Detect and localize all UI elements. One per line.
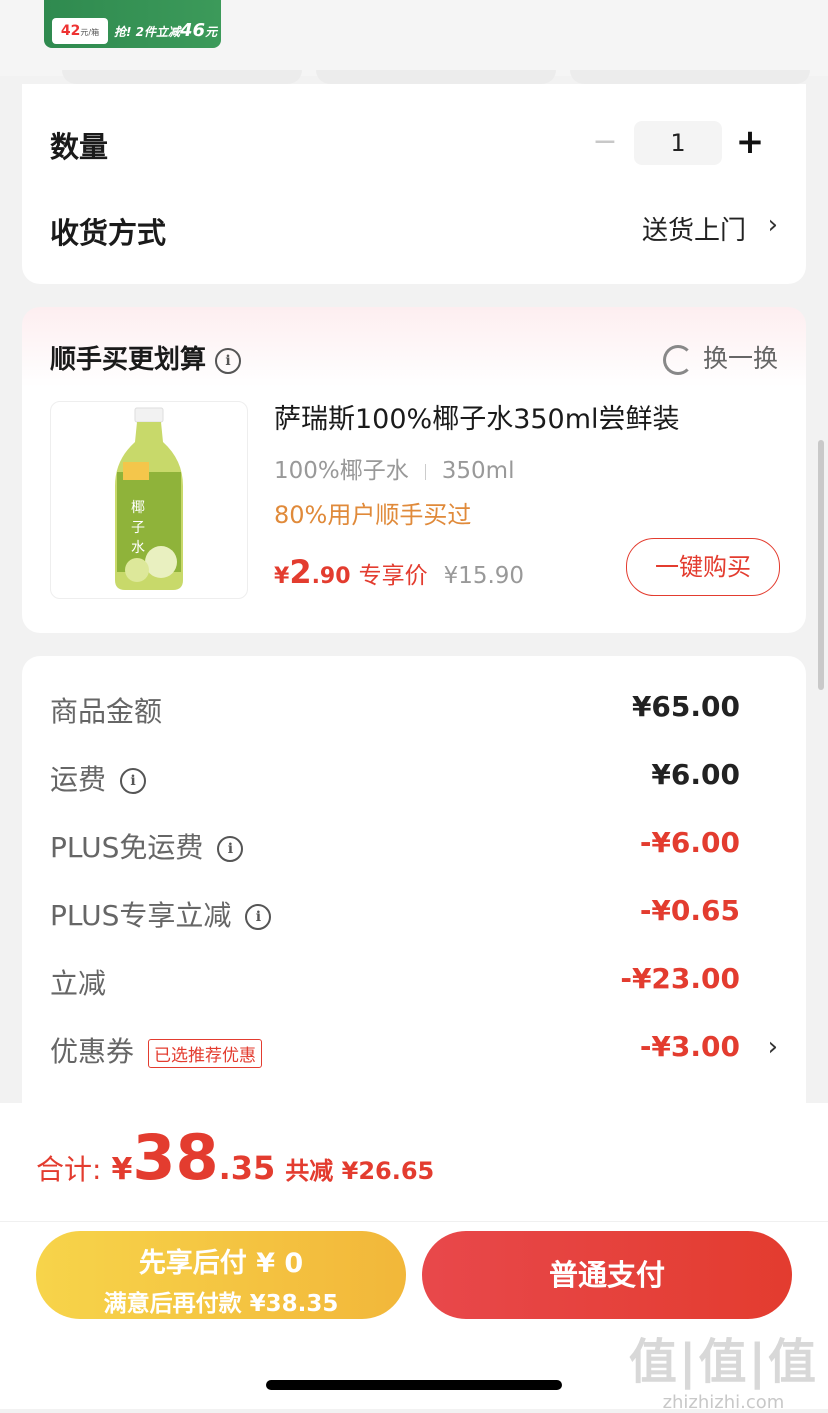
- watermark: 值|值|值 zhizhizhi.com: [629, 1322, 818, 1413]
- fee-breakdown-card: 商品金额 ¥65.00 运费 i ¥6.00 PLUS免运费 i -¥6.00 PL…: [22, 656, 806, 1126]
- product-spec-1: 100%椰子水: [274, 458, 409, 484]
- fee-label-wrap: 运费 i: [50, 758, 147, 798]
- price-integer: 2: [289, 553, 312, 591]
- fee-label: 商品金额: [50, 695, 163, 728]
- fee-value: -¥6.00: [639, 826, 740, 859]
- fee-label: PLUS专享立减: [50, 899, 232, 932]
- home-indicator[interactable]: [266, 1380, 562, 1390]
- fee-value: -¥0.65: [639, 894, 740, 927]
- price-decimal: .90: [311, 564, 351, 589]
- fee-row-coupon[interactable]: 优惠券 已选推荐优惠 -¥3.00: [50, 1030, 740, 1070]
- pay-later-line1: 先享后付 ¥ 0: [138, 1248, 304, 1279]
- fee-label-wrap: 优惠券 已选推荐优惠: [50, 1030, 263, 1070]
- pay-later-button[interactable]: 先享后付 ¥ 0 满意后再付款 ¥38.35: [36, 1231, 406, 1319]
- banner-deal-suffix: 元: [205, 25, 218, 39]
- banner-price-unit: 元/箱: [80, 28, 100, 37]
- option-pill[interactable]: [62, 70, 302, 84]
- product-name[interactable]: 萨瑞斯100%椰子水350ml尝鲜装: [274, 397, 680, 436]
- original-price: ¥15.90: [443, 563, 525, 589]
- pay-later-line2: 满意后再付款 ¥38.35: [103, 1291, 339, 1317]
- product-spec: 100%椰子水 350ml: [274, 451, 514, 485]
- addon-title: 顺手买更划算 i: [50, 339, 242, 376]
- coconut-water-bottle-icon: 椰 子 水: [115, 407, 183, 590]
- fee-row-shipping: 运费 i ¥6.00: [50, 758, 740, 798]
- fee-row-subtotal: 商品金额 ¥65.00: [50, 690, 740, 730]
- quantity-minus-button[interactable]: −: [590, 127, 620, 157]
- fee-value: -¥23.00: [620, 962, 740, 995]
- swap-button[interactable]: 换一换: [662, 339, 778, 375]
- product-price: ¥2.90 专享价 ¥15.90: [274, 553, 524, 591]
- delivery-method-value[interactable]: 送货上门: [642, 210, 746, 247]
- price-currency: ¥: [274, 564, 290, 589]
- coupon-tag: 已选推荐优惠: [148, 1038, 263, 1068]
- svg-text:子: 子: [131, 520, 145, 536]
- banner-deal-amount: 46: [180, 20, 206, 41]
- info-icon[interactable]: i: [245, 904, 272, 930]
- one-click-buy-button[interactable]: 一键购买: [626, 538, 780, 596]
- banner-price: 42: [60, 23, 81, 39]
- scrollbar[interactable]: [818, 440, 824, 690]
- quantity-label: 数量: [50, 130, 109, 164]
- banner-price-tag: 42元/箱: [52, 18, 108, 44]
- top-strip: 42元/箱 抢! 2件立减46元: [0, 0, 828, 76]
- fee-label: 运费: [50, 763, 107, 796]
- total-currency: ¥: [111, 1152, 133, 1187]
- fee-label-wrap: PLUS免运费 i: [50, 826, 244, 866]
- quantity-plus-button[interactable]: +: [734, 122, 766, 162]
- fee-label-wrap: PLUS专享立减 i: [50, 894, 272, 934]
- fee-value: ¥6.00: [651, 758, 740, 791]
- chevron-right-icon[interactable]: ›: [768, 1032, 778, 1062]
- fee-value: ¥65.00: [631, 690, 740, 723]
- info-icon[interactable]: i: [217, 836, 244, 862]
- option-pill[interactable]: [570, 70, 810, 84]
- product-spec-2: 350ml: [441, 458, 515, 484]
- total-label: 合计:: [36, 1153, 102, 1186]
- fee-row-instant-discount: 立减 -¥23.00: [50, 962, 740, 1002]
- svg-text:水: 水: [131, 540, 145, 556]
- quantity-input[interactable]: 1: [634, 121, 722, 165]
- svg-text:椰: 椰: [131, 500, 145, 516]
- divider: [424, 463, 426, 480]
- refresh-icon: [662, 345, 693, 375]
- normal-pay-button[interactable]: 普通支付: [422, 1231, 792, 1319]
- fee-value: -¥3.00: [639, 1030, 740, 1063]
- watermark-logo: 值|值|值: [628, 1334, 818, 1390]
- total-saved: 共减 ¥26.65: [285, 1157, 435, 1185]
- fee-row-plus-free-shipping: PLUS免运费 i -¥6.00: [50, 826, 740, 866]
- fee-row-plus-discount: PLUS专享立减 i -¥0.65: [50, 894, 740, 934]
- banner-deal-prefix: 抢! 2件立减: [114, 25, 181, 39]
- total-bar: 合计: ¥38.35 共减 ¥26.65: [0, 1103, 828, 1221]
- fee-label: PLUS免运费: [50, 831, 204, 864]
- chevron-right-icon[interactable]: ›: [768, 210, 778, 240]
- delivery-label: 收货方式: [50, 216, 167, 250]
- total-integer: 38: [132, 1121, 219, 1194]
- banner-deal: 抢! 2件立减46元: [114, 20, 217, 41]
- addon-card: 顺手买更划算 i 换一换 椰 子 水 萨瑞斯100%椰子水350ml尝鲜装 10…: [22, 307, 806, 633]
- option-pill[interactable]: [316, 70, 556, 84]
- addon-title-text: 顺手买更划算: [50, 345, 207, 375]
- info-icon[interactable]: i: [215, 347, 242, 374]
- total-decimal: .35: [218, 1149, 276, 1187]
- fee-label: 立减: [50, 967, 107, 1000]
- price-label: 专享价: [358, 563, 428, 589]
- info-icon[interactable]: i: [120, 768, 147, 794]
- product-bought-hint: 80%用户顺手买过: [274, 501, 472, 529]
- watermark-site: zhizhizhi.com: [662, 1392, 785, 1413]
- product-image[interactable]: 椰 子 水: [50, 401, 248, 599]
- promo-banner[interactable]: 42元/箱 抢! 2件立减46元: [44, 0, 221, 48]
- fee-label: 优惠券: [50, 1035, 135, 1068]
- swap-label: 换一换: [702, 344, 778, 373]
- order-options-card: 数量 − 1 + 收货方式 送货上门 ›: [22, 84, 806, 284]
- total-amount: 合计: ¥38.35 共减 ¥26.65: [36, 1121, 434, 1194]
